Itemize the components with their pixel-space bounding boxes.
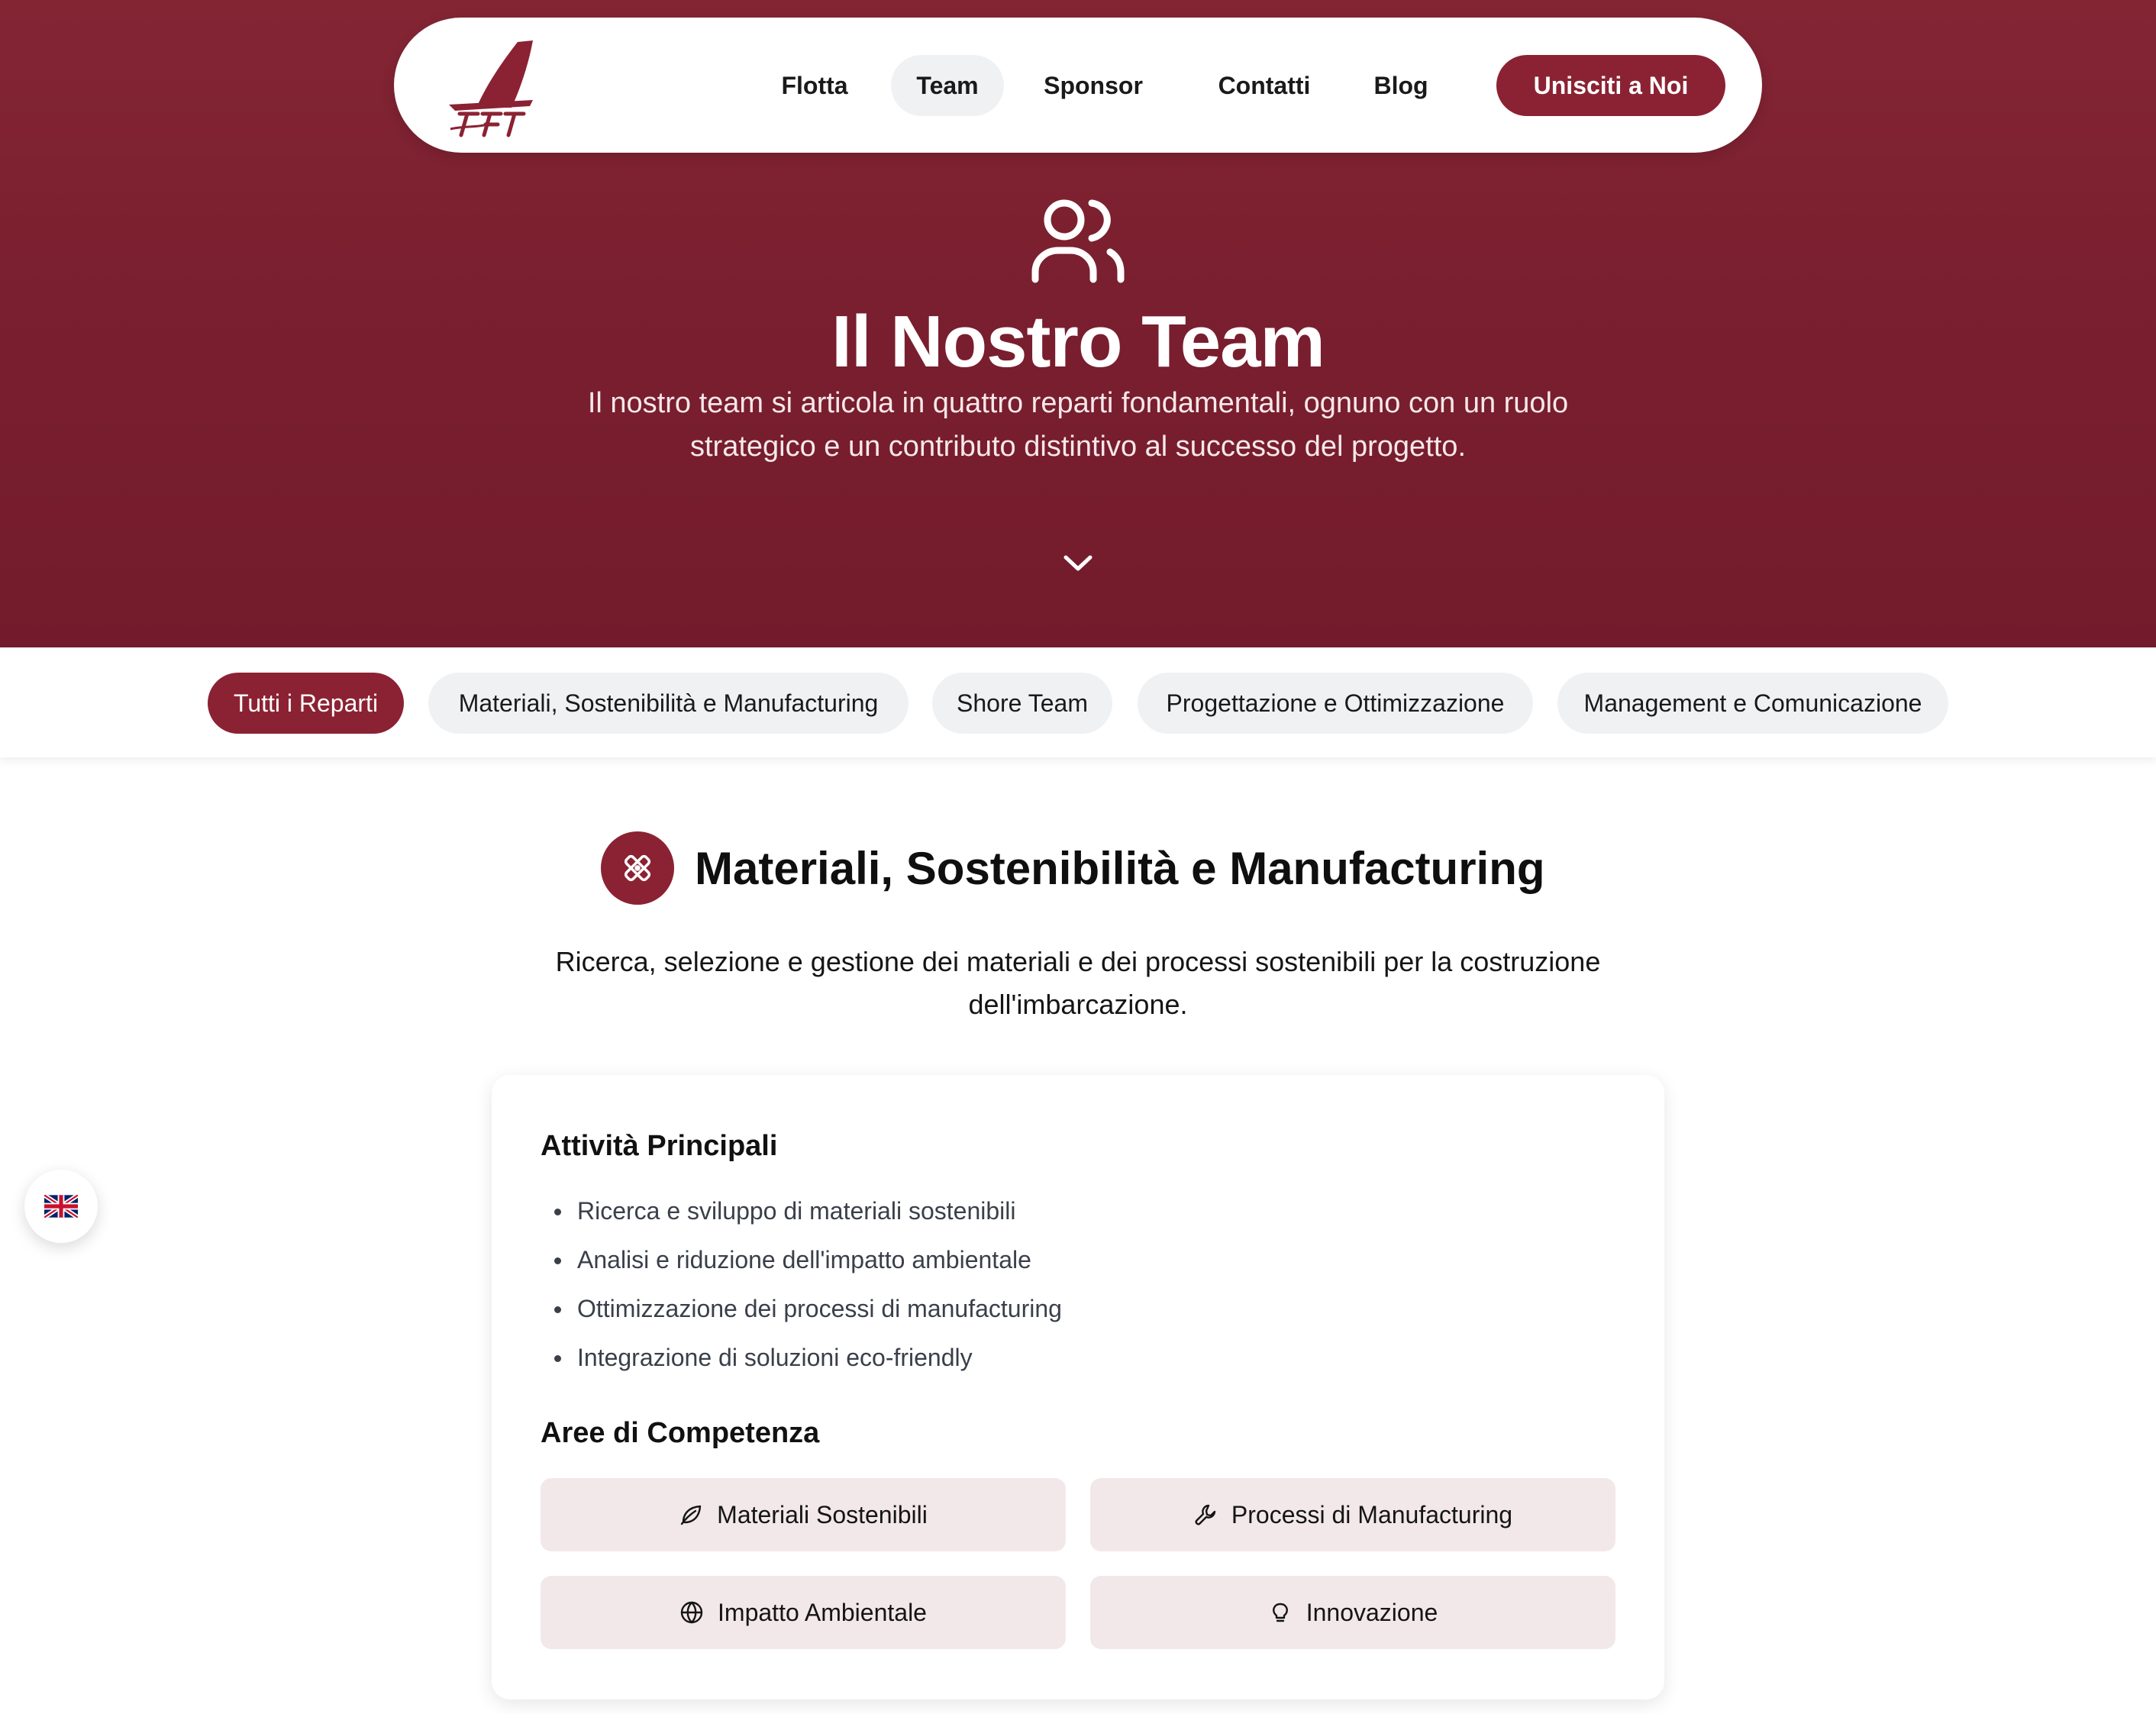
leaf-icon [680,1505,702,1525]
page-subtitle: Il nostro team si articola in quattro re… [587,387,1569,463]
lightbulb-icon [1272,1603,1288,1622]
globe-icon [680,1601,703,1624]
filter-all-departments[interactable]: Tutti i Reparti [208,673,404,734]
join-us-button[interactable]: Unisciti a Noi [1496,55,1725,116]
nav-sponsor[interactable]: Sponsor [1029,55,1157,116]
competence-innovation: Innovazione [1090,1576,1615,1649]
tools-icon [601,831,674,905]
activities-heading: Attività Principali [541,1130,778,1162]
competence-heading: Aree di Competenza [541,1417,820,1449]
uk-flag-icon [44,1195,78,1218]
filter-design-optimization[interactable]: Progettazione e Ottimizzazione [1138,673,1533,734]
nav-blog[interactable]: Blog [1357,55,1444,116]
hero-section: Flotta Team Sponsor Contatti Blog Unisci… [0,0,2156,647]
list-item: Ottimizzazione dei processi di manufactu… [541,1284,1609,1333]
list-item: Analisi e riduzione dell'impatto ambient… [541,1235,1609,1284]
list-item: Ricerca e sviluppo di materiali sostenib… [541,1186,1609,1235]
sft-sailboat-logo[interactable] [432,34,539,138]
department-filter-bar: Tutti i Reparti Materiali, Sostenibilità… [0,647,2156,757]
department-card: Attività Principali Ricerca e sviluppo d… [492,1075,1664,1699]
chevron-down-icon[interactable] [1061,551,1095,574]
department-description: Ricerca, selezione e gestione dei materi… [555,946,1601,1020]
nav-team[interactable]: Team [891,55,1004,116]
filter-shore-team[interactable]: Shore Team [932,673,1112,734]
activities-list: Ricerca e sviluppo di materiali sostenib… [541,1186,1609,1382]
filter-management-communication[interactable]: Management e Comunicazione [1557,673,1948,734]
nav-flotta[interactable]: Flotta [757,55,872,116]
competence-sustainable-materials: Materiali Sostenibili [541,1478,1066,1551]
page-title: Il Nostro Team [831,301,1325,383]
filter-materials-department[interactable]: Materiali, Sostenibilità e Manufacturing [428,673,909,734]
list-item: Integrazione di soluzioni eco-friendly [541,1333,1609,1382]
competence-environmental-impact: Impatto Ambientale [541,1576,1066,1649]
competence-manufacturing-processes: Processi di Manufacturing [1090,1478,1615,1551]
language-switch-button[interactable] [24,1170,98,1243]
navbar: Flotta Team Sponsor Contatti Blog Unisci… [394,18,1762,153]
users-icon [1031,199,1125,284]
department-title: Materiali, Sostenibilità e Manufacturing [695,843,1545,894]
nav-contatti[interactable]: Contatti [1199,55,1330,116]
wrench-icon [1195,1504,1216,1525]
